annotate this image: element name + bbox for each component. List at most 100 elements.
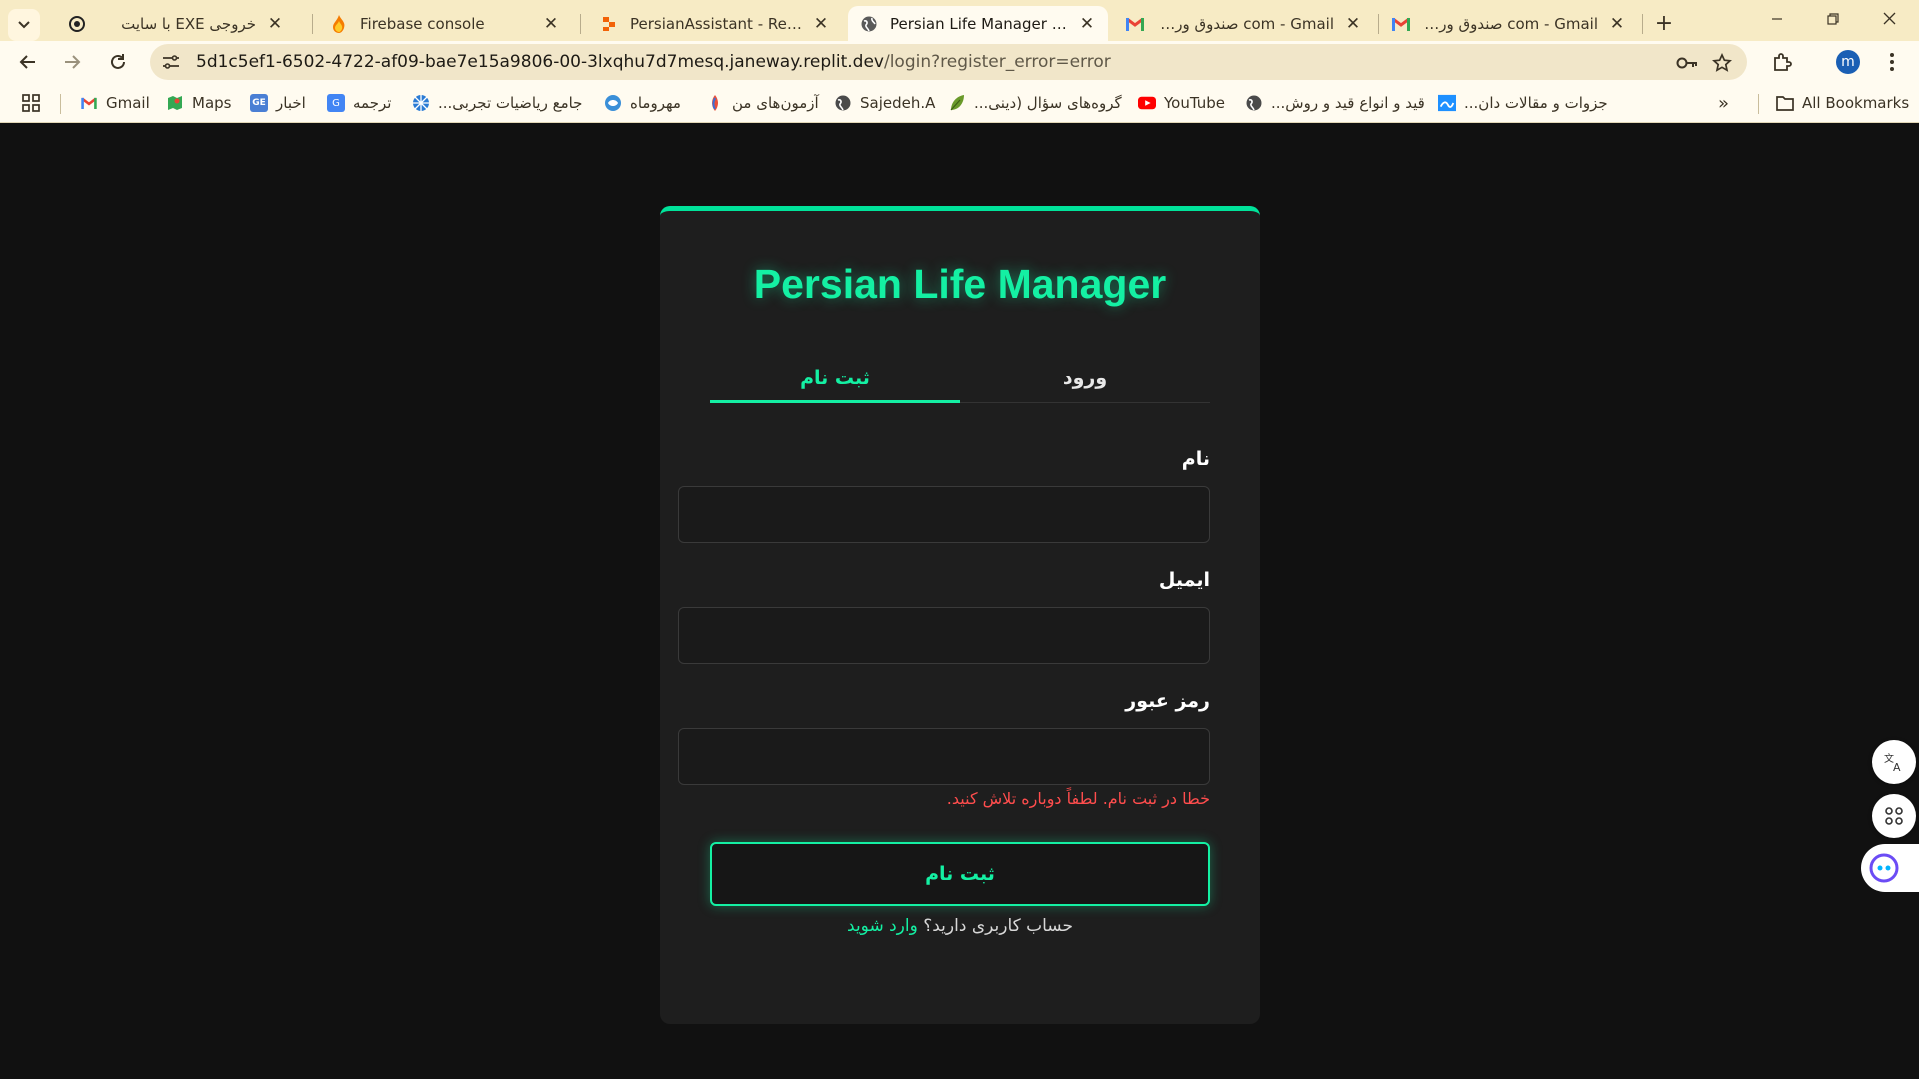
- new-tab-button[interactable]: +: [1650, 10, 1678, 38]
- minimize-icon: [1772, 18, 1782, 20]
- chevron-down-icon: [18, 21, 30, 29]
- bookmark-maps[interactable]: Maps: [166, 92, 231, 114]
- bookmark-translate[interactable]: G ترجمه: [327, 92, 391, 114]
- login-prompt-text: حساب کاربری دارید؟: [923, 916, 1073, 936]
- globe-icon: [1245, 94, 1263, 112]
- login-link[interactable]: وارد شوید: [847, 916, 918, 936]
- site-icon: [706, 94, 724, 112]
- extensions-button[interactable]: [1766, 46, 1798, 78]
- all-bookmarks-button[interactable]: All Bookmarks: [1776, 92, 1909, 114]
- tab-exe[interactable]: خروجی EXE با سایت ✕: [56, 6, 296, 41]
- register-button[interactable]: ثبت نام: [710, 842, 1210, 906]
- tab-gmail-2[interactable]: com - Gmail صندوق ورودی ✕: [1380, 6, 1638, 41]
- reload-button[interactable]: [102, 46, 134, 78]
- close-icon[interactable]: ✕: [266, 14, 284, 34]
- tab-persian-life-manager[interactable]: Persian Life Manager | ورود ✕: [848, 6, 1108, 41]
- translate-float-button[interactable]: 文A: [1872, 740, 1916, 784]
- command-icon: [1885, 807, 1903, 825]
- maps-icon: [166, 94, 184, 112]
- bookmark-mehromah[interactable]: مهروماه: [604, 92, 681, 114]
- more-vert-icon: [1890, 53, 1894, 71]
- email-field[interactable]: [678, 607, 1210, 664]
- bookmark-sajedeh[interactable]: Sajedeh.A: [834, 92, 935, 114]
- menu-button[interactable]: [1876, 46, 1908, 78]
- bookmark-star-icon[interactable]: [1710, 51, 1734, 75]
- address-bar[interactable]: 5d1c5ef1-6502-4722-af09-bae7e15a9806-00-…: [150, 44, 1747, 80]
- error-message: خطا در ثبت نام. لطفاً دوباره تلاش کنید.: [946, 789, 1210, 808]
- site-info-icon[interactable]: [160, 51, 182, 73]
- translate-icon: 文A: [1884, 752, 1901, 773]
- tab-search-button[interactable]: [8, 9, 40, 41]
- apps-float-button[interactable]: [1872, 794, 1916, 838]
- tab-register[interactable]: ثبت نام: [710, 359, 960, 403]
- password-key-icon[interactable]: [1675, 51, 1699, 75]
- tab-title: com - Gmail صندوق ورودی: [1422, 14, 1598, 33]
- globe-icon: [834, 94, 852, 112]
- login-prompt: حساب کاربری دارید؟ وارد شوید: [660, 916, 1260, 936]
- globe-icon: [860, 15, 878, 33]
- translate-icon: G: [327, 94, 345, 112]
- tab-divider: [580, 14, 581, 34]
- restore-button[interactable]: [1810, 4, 1856, 36]
- url-text[interactable]: 5d1c5ef1-6502-4722-af09-bae7e15a9806-00-…: [196, 52, 1111, 72]
- auth-tabs: ورود ثبت نام: [710, 359, 1210, 403]
- back-button[interactable]: [12, 46, 44, 78]
- bookmark-label: قید و انواع قید و روش...: [1271, 94, 1425, 112]
- gmail-icon: [1126, 15, 1144, 33]
- bookmark-label: Maps: [192, 94, 232, 112]
- bookmark-label: Sajedeh.A: [860, 94, 936, 112]
- profile-button[interactable]: m: [1832, 46, 1864, 78]
- close-icon[interactable]: ✕: [1608, 14, 1626, 34]
- minimize-button[interactable]: [1754, 4, 1800, 36]
- tab-title: خروجی EXE با سایت: [121, 14, 256, 33]
- tab-firebase[interactable]: Firebase console ✕: [318, 6, 572, 41]
- bookmark-gmail[interactable]: Gmail: [80, 92, 150, 114]
- bookmark-articles[interactable]: جزوات و مقالات دان...: [1438, 92, 1608, 114]
- tab-title: Persian Life Manager | ورود: [890, 14, 1068, 33]
- password-field[interactable]: [678, 728, 1210, 785]
- tab-title: Firebase console: [360, 14, 485, 33]
- assistant-float-button[interactable]: [1861, 844, 1919, 892]
- tab-title: com - Gmail صندوق ورودی: [1156, 14, 1334, 33]
- folder-icon: [1776, 94, 1794, 112]
- site-icon: [412, 94, 430, 112]
- close-icon[interactable]: ✕: [1344, 14, 1362, 34]
- forward-button[interactable]: [56, 46, 88, 78]
- site-icon: [1438, 94, 1456, 112]
- close-window-button[interactable]: [1866, 4, 1912, 36]
- browser-toolbar: 5d1c5ef1-6502-4722-af09-bae7e15a9806-00-…: [0, 41, 1919, 82]
- bookmark-label: Gmail: [106, 94, 150, 112]
- bookmark-label: آزمون‌های من: [732, 94, 819, 112]
- gmail-icon: [80, 94, 98, 112]
- avatar: m: [1836, 50, 1860, 74]
- site-icon: [604, 94, 622, 112]
- bookmark-label: جزوات و مقالات دان...: [1464, 94, 1608, 112]
- bookmark-news[interactable]: GE اخبار: [250, 92, 306, 114]
- arrow-right-icon: [65, 55, 81, 69]
- svg-text:A: A: [1893, 761, 1901, 773]
- auth-card: Persian Life Manager ورود ثبت نام نام ای…: [660, 206, 1260, 1024]
- bookmark-youtube[interactable]: YouTube: [1138, 92, 1225, 114]
- tab-replit[interactable]: PersianAssistant - Replit ✕: [588, 6, 842, 41]
- bookmarks-bar: Gmail Maps GE اخبار G ترجمه جامع ریاضیات…: [0, 82, 1919, 123]
- restore-icon: [1827, 13, 1839, 25]
- bookmark-exams[interactable]: آزمون‌های من: [706, 92, 819, 114]
- close-icon[interactable]: ✕: [542, 14, 560, 34]
- bookmark-adverbs[interactable]: قید و انواع قید و روش...: [1245, 92, 1425, 114]
- more-bookmarks-button[interactable]: »: [1718, 92, 1729, 114]
- tab-login[interactable]: ورود: [960, 359, 1210, 403]
- name-field[interactable]: [678, 486, 1210, 543]
- url-host: 5d1c5ef1-6502-4722-af09-bae7e15a9806-00-…: [196, 52, 884, 72]
- page-content: Persian Life Manager ورود ثبت نام نام ای…: [0, 124, 1919, 1079]
- close-icon[interactable]: ✕: [1078, 14, 1096, 34]
- tab-gmail-1[interactable]: com - Gmail صندوق ورودی ✕: [1114, 6, 1374, 41]
- leaf-icon: [948, 94, 966, 112]
- double-chevron-right-icon: »: [1718, 92, 1730, 114]
- close-icon[interactable]: ✕: [812, 14, 830, 34]
- bookmark-math[interactable]: جامع ریاضیات تجربی...: [412, 92, 582, 114]
- page-title: Persian Life Manager: [753, 261, 1167, 307]
- password-label: رمز عبور: [1125, 690, 1210, 712]
- apps-button[interactable]: [22, 92, 40, 114]
- reload-icon: [111, 54, 125, 69]
- bookmark-question-groups[interactable]: گروه‌های سؤال (دینی...: [948, 92, 1122, 114]
